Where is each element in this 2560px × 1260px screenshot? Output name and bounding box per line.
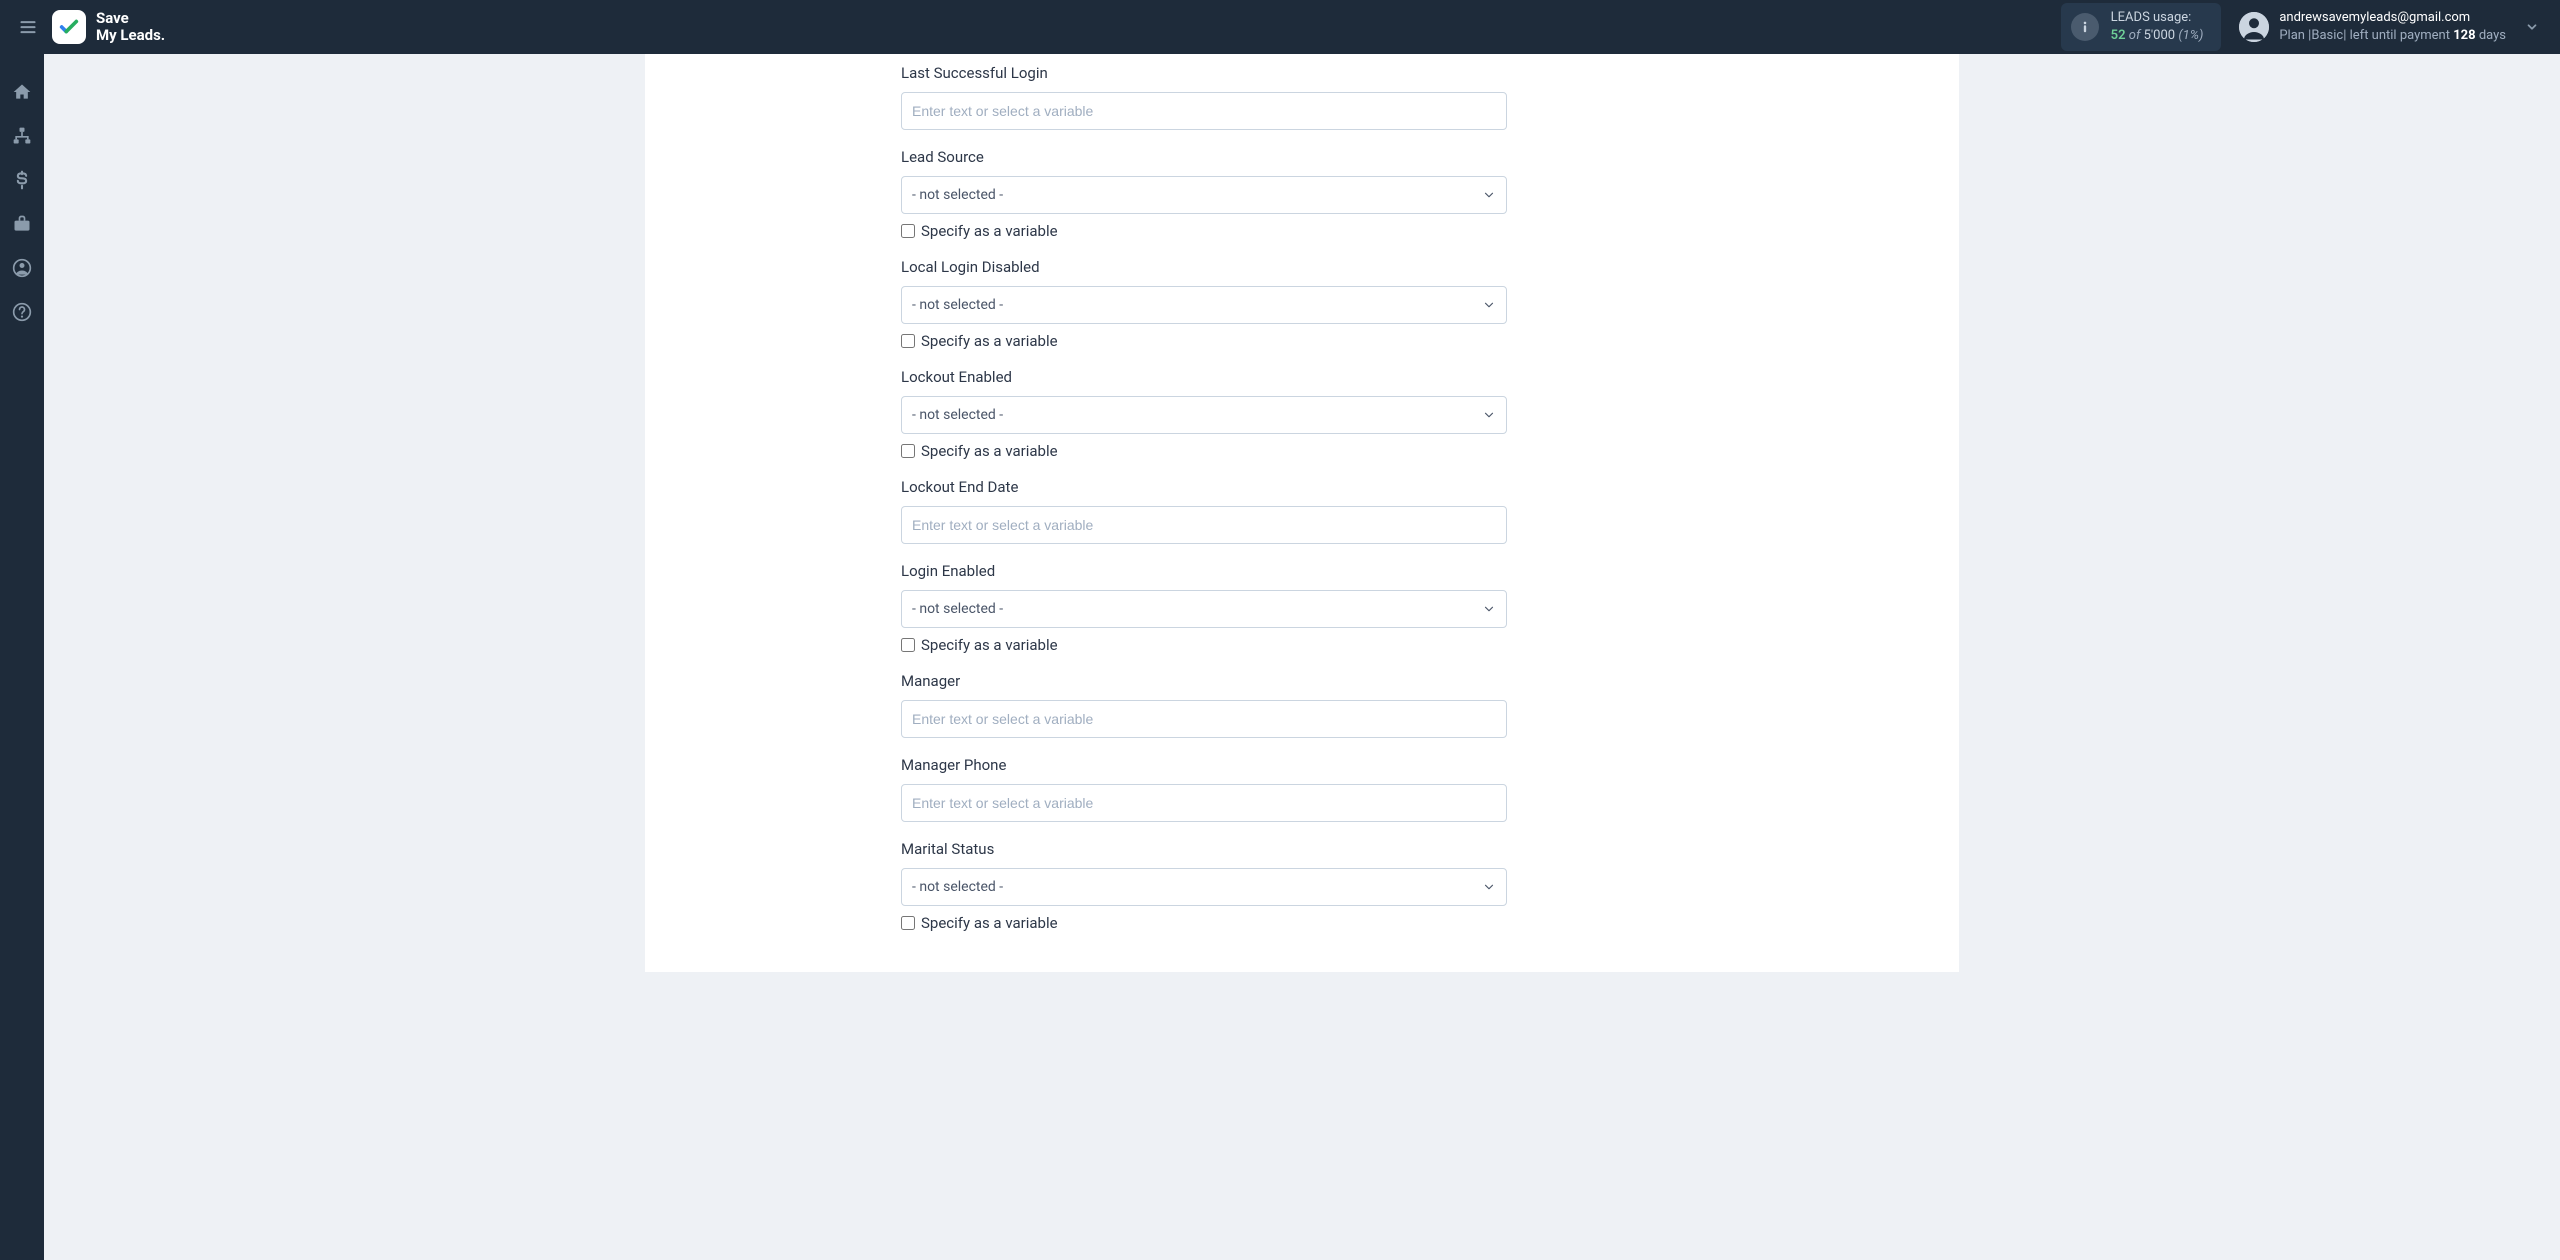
select-input[interactable]: - not selected - — [901, 590, 1507, 628]
info-icon — [2071, 13, 2099, 41]
usage-current: 52 — [2111, 28, 2126, 43]
variable-checkbox-row[interactable]: Specify as a variable — [901, 636, 1507, 654]
usage-text: LEADS usage: 52 of 5'000 (1%) — [2111, 9, 2204, 44]
app-header: Save My Leads. LEADS usage: 52 of 5'000 … — [0, 0, 2560, 54]
account-dropdown-button[interactable] — [2516, 20, 2548, 34]
field-label: Lockout End Date — [901, 478, 1507, 496]
variable-checkbox[interactable] — [901, 444, 915, 458]
help-icon — [12, 302, 32, 322]
variable-checkbox[interactable] — [901, 334, 915, 348]
field-label: Login Enabled — [901, 562, 1507, 580]
usage-of: of — [2129, 28, 2141, 43]
sidebar — [0, 54, 44, 1260]
usage-label: LEADS usage: — [2111, 9, 2204, 27]
field-label: Manager Phone — [901, 756, 1507, 774]
usage-total: 5'000 — [2144, 28, 2176, 43]
logo-block[interactable]: Save My Leads. — [52, 10, 165, 45]
field-label: Marital Status — [901, 840, 1507, 858]
field-block: Login Enabled - not selected - Specify as … — [901, 562, 1507, 654]
sidebar-help[interactable] — [0, 290, 44, 334]
variable-checkbox-label: Specify as a variable — [921, 636, 1058, 654]
select-input[interactable]: - not selected - — [901, 396, 1507, 434]
select-value: - not selected - — [912, 297, 1003, 313]
sidebar-connections[interactable] — [0, 114, 44, 158]
main-content: Last Successful Login Lead Source - not se… — [44, 54, 2560, 972]
field-block: Lockout End Date — [901, 478, 1507, 544]
field-label: Lead Source — [901, 148, 1507, 166]
account-email: andrewsavemyleads@gmail.com — [2279, 9, 2506, 27]
select-value: - not selected - — [912, 879, 1003, 895]
field-block: Manager — [901, 672, 1507, 738]
chevron-down-icon — [1482, 298, 1496, 312]
variable-checkbox-row[interactable]: Specify as a variable — [901, 222, 1507, 240]
chevron-down-icon — [1482, 602, 1496, 616]
form-area: Last Successful Login Lead Source - not se… — [901, 64, 1507, 932]
select-value: - not selected - — [912, 601, 1003, 617]
sidebar-account[interactable] — [0, 246, 44, 290]
select-input[interactable]: - not selected - — [901, 176, 1507, 214]
plan-prefix: Plan | — [2279, 28, 2311, 43]
logo-text-line1: Save — [96, 10, 165, 27]
text-input[interactable] — [901, 506, 1507, 544]
chevron-down-icon — [1482, 880, 1496, 894]
text-input[interactable] — [901, 700, 1507, 738]
plan-sep: | left until payment — [2343, 28, 2453, 43]
usage-block[interactable]: LEADS usage: 52 of 5'000 (1%) — [2061, 3, 2222, 50]
select-value: - not selected - — [912, 407, 1003, 423]
field-block: Manager Phone — [901, 756, 1507, 822]
logo-icon — [52, 10, 86, 44]
variable-checkbox-row[interactable]: Specify as a variable — [901, 442, 1507, 460]
variable-checkbox-row[interactable]: Specify as a variable — [901, 332, 1507, 350]
logo-text: Save My Leads. — [96, 10, 165, 45]
select-input[interactable]: - not selected - — [901, 286, 1507, 324]
text-input[interactable] — [901, 784, 1507, 822]
sidebar-home[interactable] — [0, 70, 44, 114]
sitemap-icon — [12, 126, 32, 146]
field-block: Lockout Enabled - not selected - Specify a… — [901, 368, 1507, 460]
variable-checkbox[interactable] — [901, 638, 915, 652]
usage-values: 52 of 5'000 (1%) — [2111, 27, 2204, 45]
field-label: Lockout Enabled — [901, 368, 1507, 386]
avatar-icon — [2239, 12, 2269, 42]
variable-checkbox-label: Specify as a variable — [921, 222, 1058, 240]
home-icon — [12, 82, 32, 102]
field-block: Local Login Disabled - not selected - Spec… — [901, 258, 1507, 350]
account-text: andrewsavemyleads@gmail.com Plan |Basic|… — [2279, 9, 2506, 45]
variable-checkbox-label: Specify as a variable — [921, 332, 1058, 350]
plan-name: Basic — [2311, 28, 2343, 43]
sidebar-billing[interactable] — [0, 158, 44, 202]
hamburger-menu-button[interactable] — [12, 11, 44, 43]
dollar-icon — [12, 170, 32, 190]
chevron-down-icon — [1482, 408, 1496, 422]
variable-checkbox-label: Specify as a variable — [921, 914, 1058, 932]
chevron-down-icon — [1482, 188, 1496, 202]
field-block: Last Successful Login — [901, 64, 1507, 130]
field-block: Marital Status - not selected - Specify as… — [901, 840, 1507, 932]
hamburger-icon — [18, 17, 38, 37]
variable-checkbox[interactable] — [901, 224, 915, 238]
chevron-down-icon — [2525, 20, 2539, 34]
variable-checkbox[interactable] — [901, 916, 915, 930]
select-value: - not selected - — [912, 187, 1003, 203]
variable-checkbox-row[interactable]: Specify as a variable — [901, 914, 1507, 932]
user-circle-icon — [12, 258, 32, 278]
content-card: Last Successful Login Lead Source - not se… — [645, 54, 1959, 972]
briefcase-icon — [12, 214, 32, 234]
plan-days-word: days — [2476, 28, 2506, 43]
select-input[interactable]: - not selected - — [901, 868, 1507, 906]
usage-percent: (1%) — [2178, 28, 2203, 43]
field-label: Manager — [901, 672, 1507, 690]
field-label: Local Login Disabled — [901, 258, 1507, 276]
variable-checkbox-label: Specify as a variable — [921, 442, 1058, 460]
account-plan: Plan |Basic| left until payment 128 days — [2279, 27, 2506, 45]
account-block[interactable]: andrewsavemyleads@gmail.com Plan |Basic|… — [2239, 9, 2506, 45]
text-input[interactable] — [901, 92, 1507, 130]
field-block: Lead Source - not selected - Specify as a … — [901, 148, 1507, 240]
field-label: Last Successful Login — [901, 64, 1507, 82]
plan-days-number: 128 — [2453, 28, 2475, 43]
logo-text-line2: My Leads. — [96, 27, 165, 44]
sidebar-apps[interactable] — [0, 202, 44, 246]
